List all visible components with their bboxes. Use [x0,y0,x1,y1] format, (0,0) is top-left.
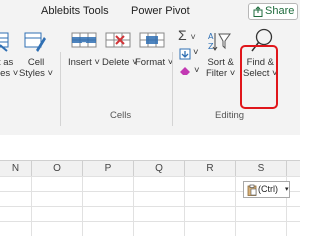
share-label: Share [265,5,295,17]
cells-group-label: Cells [110,110,132,121]
column-header-q[interactable]: Q [134,161,185,176]
grid-line [0,176,300,177]
autosum-button[interactable]: Σ ˅ [178,27,196,43]
fill-icon [179,48,191,60]
sort-filter-icon: A Z [208,32,231,51]
column-header-n[interactable]: N [0,161,32,176]
group-separator [172,52,173,126]
share-icon [253,6,263,17]
column-header-p[interactable]: P [83,161,134,176]
delete-button[interactable]: Delete ˅ [102,57,138,68]
sort-filter-label-2: Filter ˅ [206,68,236,79]
column-header-r[interactable]: R [185,161,236,176]
cell-styles-icon [24,32,46,52]
column-header-s[interactable]: S [236,161,287,176]
share-button[interactable]: Share [248,3,298,20]
tab-ablebits-tools[interactable]: Ablebits Tools [41,5,109,17]
delete-cells-icon [105,32,131,48]
sort-filter-label-1: Sort & [207,57,234,68]
column-header-o[interactable]: O [32,161,83,176]
autosum-icon: Σ [178,27,187,43]
cell-styles-label-2: Styles ˅ [19,68,54,79]
svg-text:Z: Z [208,42,214,51]
svg-text:A: A [208,32,214,41]
insert-button[interactable]: Insert ˅ [68,57,100,68]
column-header-row: N O P Q R S [0,160,300,177]
chevron-down-icon: ▾ [285,186,289,193]
format-cells-icon [139,32,165,48]
format-button[interactable]: Format ˅ [135,57,173,68]
ribbon-tab-bar: Ablebits Tools Power Pivot Share [0,0,300,23]
editing-group-label: Editing [215,110,245,121]
cell-styles-label-1: Cell [27,57,45,68]
fill-caret[interactable]: ˅ [193,47,199,58]
clear-eraser-icon [180,67,190,75]
group-separator [60,52,61,126]
tab-power-pivot[interactable]: Power Pivot [131,5,190,17]
find-select-highlight [240,45,278,109]
clipboard-icon [247,184,257,196]
insert-cells-icon [71,32,97,48]
format-as-table-label-2: les ˅ [0,68,19,79]
ribbon: t as les ˅ Cell Styles ˅ Insert ˅ Delete… [0,23,300,129]
format-as-table-button[interactable]: t as les ˅ [0,57,18,79]
format-as-table-label-1: t as [0,57,14,68]
formula-bar-area [0,135,300,160]
clear-caret[interactable]: ˅ [194,65,200,76]
format-as-table-icon [0,32,9,52]
sort-filter-button[interactable]: Sort & Filter ˅ [206,57,235,79]
grid-line [0,206,300,207]
paste-options-button[interactable]: (Ctrl) ▾ [243,181,290,198]
paste-options-label: (Ctrl) [258,184,278,194]
grid-line [0,221,300,222]
cell-styles-button[interactable]: Cell Styles ˅ [19,57,53,79]
autosum-caret: ˅ [190,32,196,42]
